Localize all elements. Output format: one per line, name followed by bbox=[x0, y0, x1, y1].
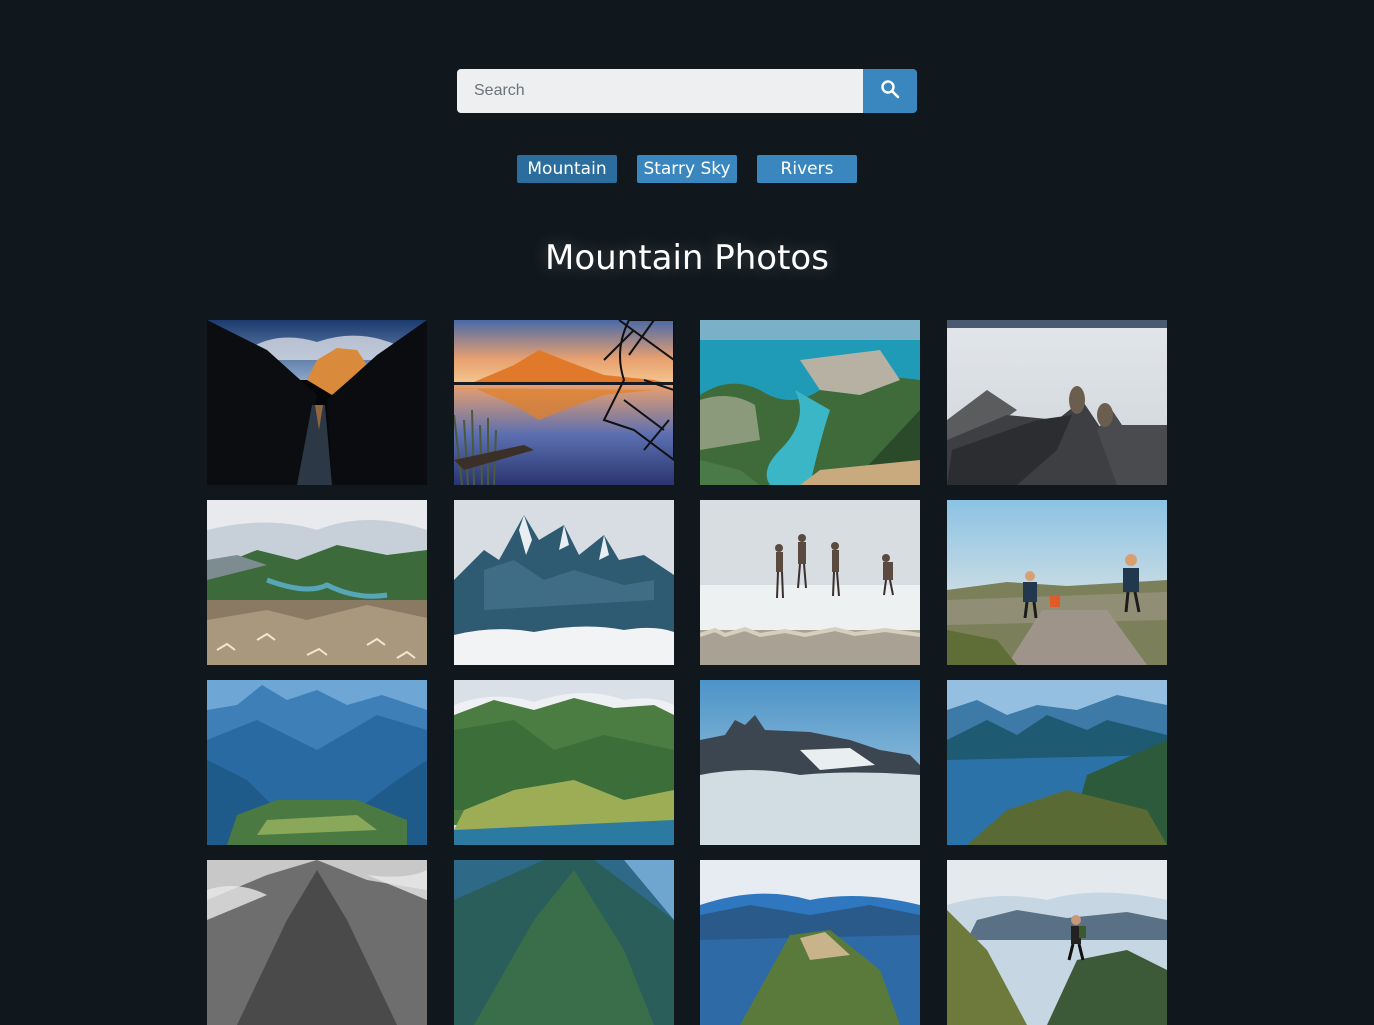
photo-misty-mountain-bw[interactable] bbox=[207, 860, 427, 1025]
photo-hikers-in-fog[interactable] bbox=[700, 500, 920, 665]
search-icon bbox=[880, 79, 900, 103]
page-title: Mountain Photos bbox=[545, 238, 829, 278]
photo-valley-river-view[interactable] bbox=[207, 500, 427, 665]
photo-grid bbox=[207, 320, 1167, 1025]
photo-hiker-on-summit[interactable] bbox=[946, 860, 1167, 1025]
photo-ridge-over-fjord[interactable] bbox=[700, 860, 920, 1025]
photo-jagged-peaks-above-clouds[interactable] bbox=[453, 500, 674, 665]
photo-canyon-reflection[interactable] bbox=[207, 320, 427, 485]
search-bar bbox=[457, 69, 917, 113]
photo-green-mountain-slopes[interactable] bbox=[453, 680, 674, 845]
photo-green-mountain-peak[interactable] bbox=[453, 860, 674, 1025]
photo-sunset-lake-reflection[interactable] bbox=[453, 320, 674, 485]
photo-blue-valley[interactable] bbox=[207, 680, 427, 845]
search-input[interactable] bbox=[457, 69, 863, 113]
photo-feet-over-clouds[interactable] bbox=[946, 320, 1167, 485]
filter-starry-sky-button[interactable]: Starry Sky bbox=[637, 155, 737, 183]
photo-river-delta-aerial[interactable] bbox=[700, 320, 920, 485]
filter-rivers-button[interactable]: Rivers bbox=[757, 155, 857, 183]
photo-cliffs-above-clouds[interactable] bbox=[700, 680, 920, 845]
filter-mountain-button[interactable]: Mountain bbox=[517, 155, 617, 183]
search-button[interactable] bbox=[863, 69, 917, 113]
category-filters: Mountain Starry Sky Rivers bbox=[517, 155, 857, 183]
photo-fjord-view[interactable] bbox=[946, 680, 1167, 845]
photo-hikers-on-trail[interactable] bbox=[946, 500, 1167, 665]
